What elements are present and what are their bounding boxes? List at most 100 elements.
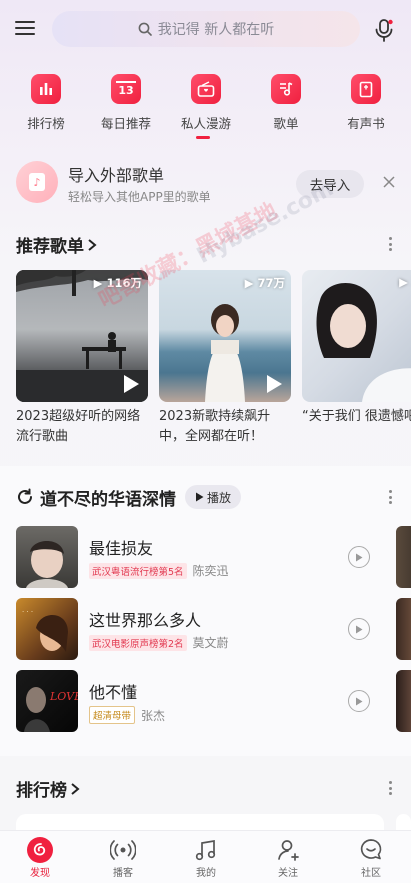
next-song-cover-peek [396,526,411,588]
song-meta: 武汉电影原声榜第2名 莫文蔚 [89,634,229,651]
category-daily[interactable]: 13 每日推荐 [91,70,161,132]
chevron-right-icon [71,782,80,795]
bottom-navigation: 发现 播客 我的 关注 社区 [0,830,411,883]
section-title: 道不尽的华语深情 [40,489,176,510]
search-icon [138,22,152,36]
chart-rank-badge: 武汉粤语流行榜第5名 [89,562,187,579]
podcast-icon [110,840,136,860]
search-input[interactable]: 我记得 新人都在听 [52,11,360,47]
category-audiobooks[interactable]: 有声书 [331,70,401,132]
play-song-icon[interactable] [348,690,370,712]
category-label: 排行榜 [27,116,65,131]
play-count: ▶ 77万 [244,276,285,290]
category-playlists[interactable]: 歌单 [251,70,321,132]
import-title: 导入外部歌单 [68,166,165,185]
song-title: 他不懂 [89,683,138,702]
music-note-icon [271,74,301,104]
play-count: ▶ 36 [399,275,411,289]
song-artist: 张杰 [141,708,166,723]
play-icon[interactable] [265,374,283,394]
nav-label: 社区 [361,868,381,879]
next-song-cover-peek [396,670,411,732]
more-options-icon[interactable] [382,778,398,798]
calendar-day: 13 [118,84,134,97]
category-roaming[interactable]: 私人漫游 [171,70,241,132]
playlist-name: 2023超级好听的网络流行歌曲 [16,409,141,444]
import-subtitle: 轻松导入其他APP里的歌单 [68,190,211,204]
song-artist: 莫文蔚 [192,636,229,650]
category-label: 每日推荐 [100,116,151,131]
music-note-icon [195,839,216,861]
search-placeholder: 我记得 新人都在听 [157,22,275,38]
category-label: 歌单 [273,116,299,131]
nav-label: 播客 [113,868,133,879]
song-section-header: 道不尽的华语深情 播放 [16,484,242,510]
category-bar: 排行榜 13 每日推荐 私人漫游 歌单 有声书 [0,70,411,140]
playlist-cover: ▶ 77万 [159,270,291,402]
calendar-icon: 13 [111,74,141,104]
song-title: 最佳损友 [89,539,154,558]
playlist-cover: ▶ 116万 [16,270,148,402]
category-scroll-indicator [196,136,210,139]
song-row[interactable]: · · · 这世界那么多人 武汉电影原声榜第2名 莫文蔚 [16,598,411,660]
play-all-label: 播放 [207,490,232,505]
community-icon [360,839,382,860]
netease-logo-icon [27,837,53,863]
song-artist: 陈奕迅 [192,564,229,578]
play-song-icon[interactable] [348,618,370,640]
song-cover [16,526,78,588]
nav-follow[interactable]: 关注 [258,837,318,879]
next-song-cover-peek [396,598,411,660]
song-row[interactable]: 最佳损友 武汉粤语流行榜第5名 陈奕迅 [16,526,411,588]
play-count: ▶ 116万 [93,276,142,290]
nav-label: 关注 [278,868,298,879]
nav-discover[interactable]: 发现 [10,837,70,879]
nav-label: 我的 [196,868,216,879]
category-charts[interactable]: 排行榜 [11,70,81,132]
nav-mine[interactable]: 我的 [176,837,236,879]
playlist-carousel: ▶ 116万 2023超级好听的网络流行歌曲 ▶ 77万 2023新歌持续飙升中… [16,270,411,450]
playlist-name: 2023新歌持续飙升中，全网都在听！ [159,409,271,444]
category-label: 有声书 [347,116,385,131]
nav-community[interactable]: 社区 [341,837,401,879]
refresh-icon[interactable] [16,488,34,506]
play-icon[interactable] [122,374,140,394]
svg-text:LOVE: LOVE [49,690,78,703]
play-all-button[interactable]: 播放 [185,485,242,509]
nav-label: 发现 [30,868,50,879]
song-row[interactable]: LOVE 他不懂 超清母带 张杰 [16,670,411,732]
song-cover: · · · [16,598,78,660]
category-label: 私人漫游 [180,116,231,131]
person-add-icon [278,840,299,861]
playlist-card[interactable]: ▶ 36 “关于我们 很遗憾吧” [302,270,411,427]
charts-section-header[interactable]: 排行榜 [16,776,81,801]
import-banner[interactable]: ♪ 导入外部歌单 轻松导入其他APP里的歌单 去导入 [0,152,411,216]
chart-rank-badge: 武汉电影原声榜第2名 [89,634,187,651]
playlist-cover: ▶ 36 [302,270,411,402]
playlist-card[interactable]: ▶ 116万 2023超级好听的网络流行歌曲 [16,270,148,447]
play-icon [196,492,204,502]
song-cover: LOVE [16,670,78,732]
section-title: 排行榜 [16,781,67,801]
menu-icon[interactable] [12,15,38,41]
song-meta: 超清母带 张杰 [89,706,165,724]
playlist-name: “关于我们 很遗憾吧” [302,409,411,424]
book-icon [351,74,381,104]
voice-search-icon[interactable] [370,16,398,44]
more-options-icon[interactable] [382,234,398,254]
quality-badge: 超清母带 [89,706,136,724]
recommended-playlists-header[interactable]: 推荐歌单 [16,232,98,257]
section-title: 推荐歌单 [16,237,84,257]
play-song-icon[interactable] [348,546,370,568]
more-options-icon[interactable] [382,487,398,507]
import-button[interactable]: 去导入 [296,170,364,198]
svg-text:· · ·: · · · [22,608,33,616]
song-meta: 武汉粤语流行榜第5名 陈奕迅 [89,562,229,579]
radio-icon [191,74,221,104]
playlist-card[interactable]: ▶ 77万 2023新歌持续飙升中，全网都在听！ [159,270,291,447]
close-icon[interactable] [381,174,397,190]
song-title: 这世界那么多人 [89,611,202,630]
home-page: 我记得 新人都在听 排行榜 13 每日推荐 私人漫游 歌单 有声书 ♪ 导入外部… [0,0,411,883]
nav-podcast[interactable]: 播客 [93,837,153,879]
top-bar: 我记得 新人都在听 [0,0,411,60]
